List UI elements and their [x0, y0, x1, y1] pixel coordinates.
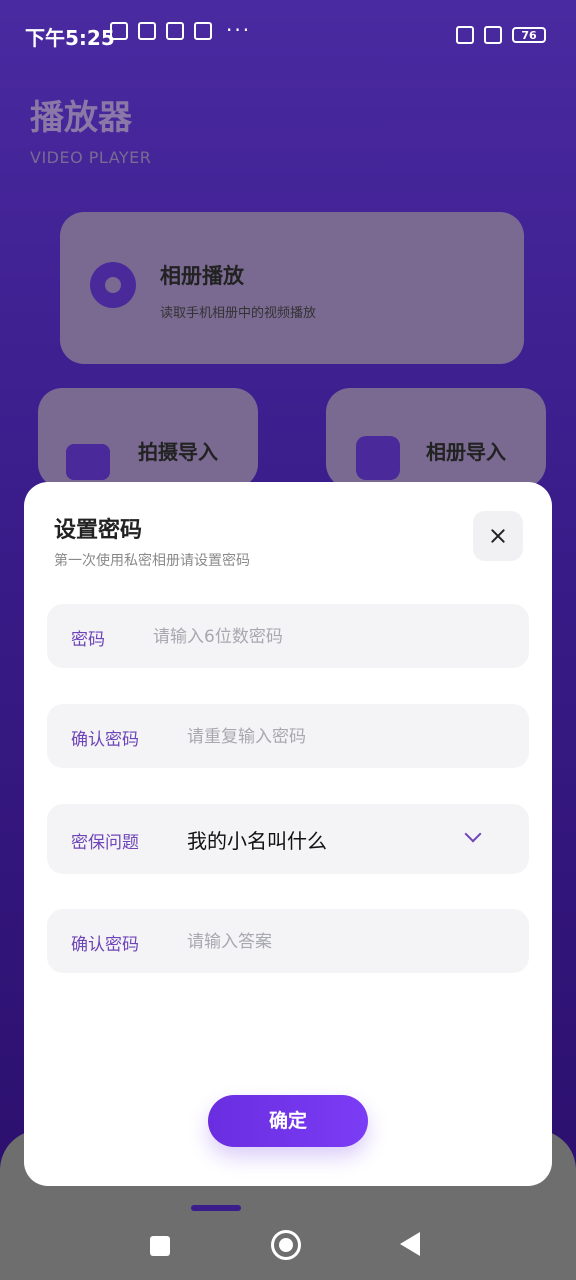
close-icon — [473, 511, 523, 561]
security-question-select[interactable]: 密保问题 我的小名叫什么 — [47, 804, 529, 874]
album-play-title: 相册播放 — [160, 264, 244, 288]
album-import-card[interactable]: 相册导入 — [326, 388, 546, 488]
upload-icon — [138, 22, 156, 40]
confirm-button[interactable]: 确定 — [208, 1095, 368, 1147]
password-field: 密码 — [47, 604, 529, 668]
trash-icon — [166, 22, 184, 40]
answer-label: 确认密码 — [71, 935, 139, 955]
video-camera-icon — [66, 444, 110, 480]
page-title: 播放器 — [30, 98, 132, 138]
album-import-title: 相册导入 — [426, 440, 506, 464]
mute-icon — [110, 22, 128, 40]
confirm-password-input[interactable] — [185, 716, 509, 758]
set-password-dialog: 设置密码 第一次使用私密相册请设置密码 密码 确认密码 密保问题 我的小名叫什么… — [24, 482, 552, 1186]
more-icon: ··· — [226, 18, 252, 42]
status-right: 76 — [456, 26, 546, 44]
shoot-import-card[interactable]: 拍摄导入 — [38, 388, 258, 488]
album-play-card[interactable]: 相册播放 读取手机相册中的视频播放 — [60, 212, 524, 364]
battery-icon: 76 — [512, 27, 546, 43]
system-nav-bar — [0, 1210, 576, 1280]
security-question-value: 我的小名叫什么 — [187, 829, 327, 853]
status-bar: 下午5:25 ··· 76 — [0, 0, 576, 72]
status-time: 下午5:25 — [25, 26, 115, 50]
answer-field: 确认密码 — [47, 909, 529, 973]
recents-icon[interactable] — [150, 1236, 170, 1256]
password-input[interactable] — [151, 616, 495, 658]
home-icon[interactable] — [271, 1230, 301, 1260]
close-button[interactable] — [473, 511, 523, 561]
film-reel-icon — [90, 262, 136, 308]
shoot-import-title: 拍摄导入 — [138, 440, 218, 464]
page-subtitle: VIDEO PLAYER — [30, 148, 152, 167]
album-play-desc: 读取手机相册中的视频播放 — [160, 306, 317, 321]
password-label: 密码 — [71, 630, 105, 650]
security-question-label: 密保问题 — [71, 833, 139, 853]
dialog-subtitle: 第一次使用私密相册请设置密码 — [54, 553, 250, 569]
chevron-down-icon — [464, 825, 482, 843]
gallery-icon — [194, 22, 212, 40]
photo-album-icon — [356, 436, 400, 480]
dialog-title: 设置密码 — [54, 518, 143, 543]
confirm-password-field: 确认密码 — [47, 704, 529, 768]
wifi-icon — [484, 26, 502, 44]
answer-input[interactable] — [185, 921, 509, 963]
back-icon[interactable] — [400, 1232, 420, 1256]
sim-icon — [456, 26, 474, 44]
status-icons — [110, 22, 212, 40]
confirm-password-label: 确认密码 — [71, 730, 139, 750]
